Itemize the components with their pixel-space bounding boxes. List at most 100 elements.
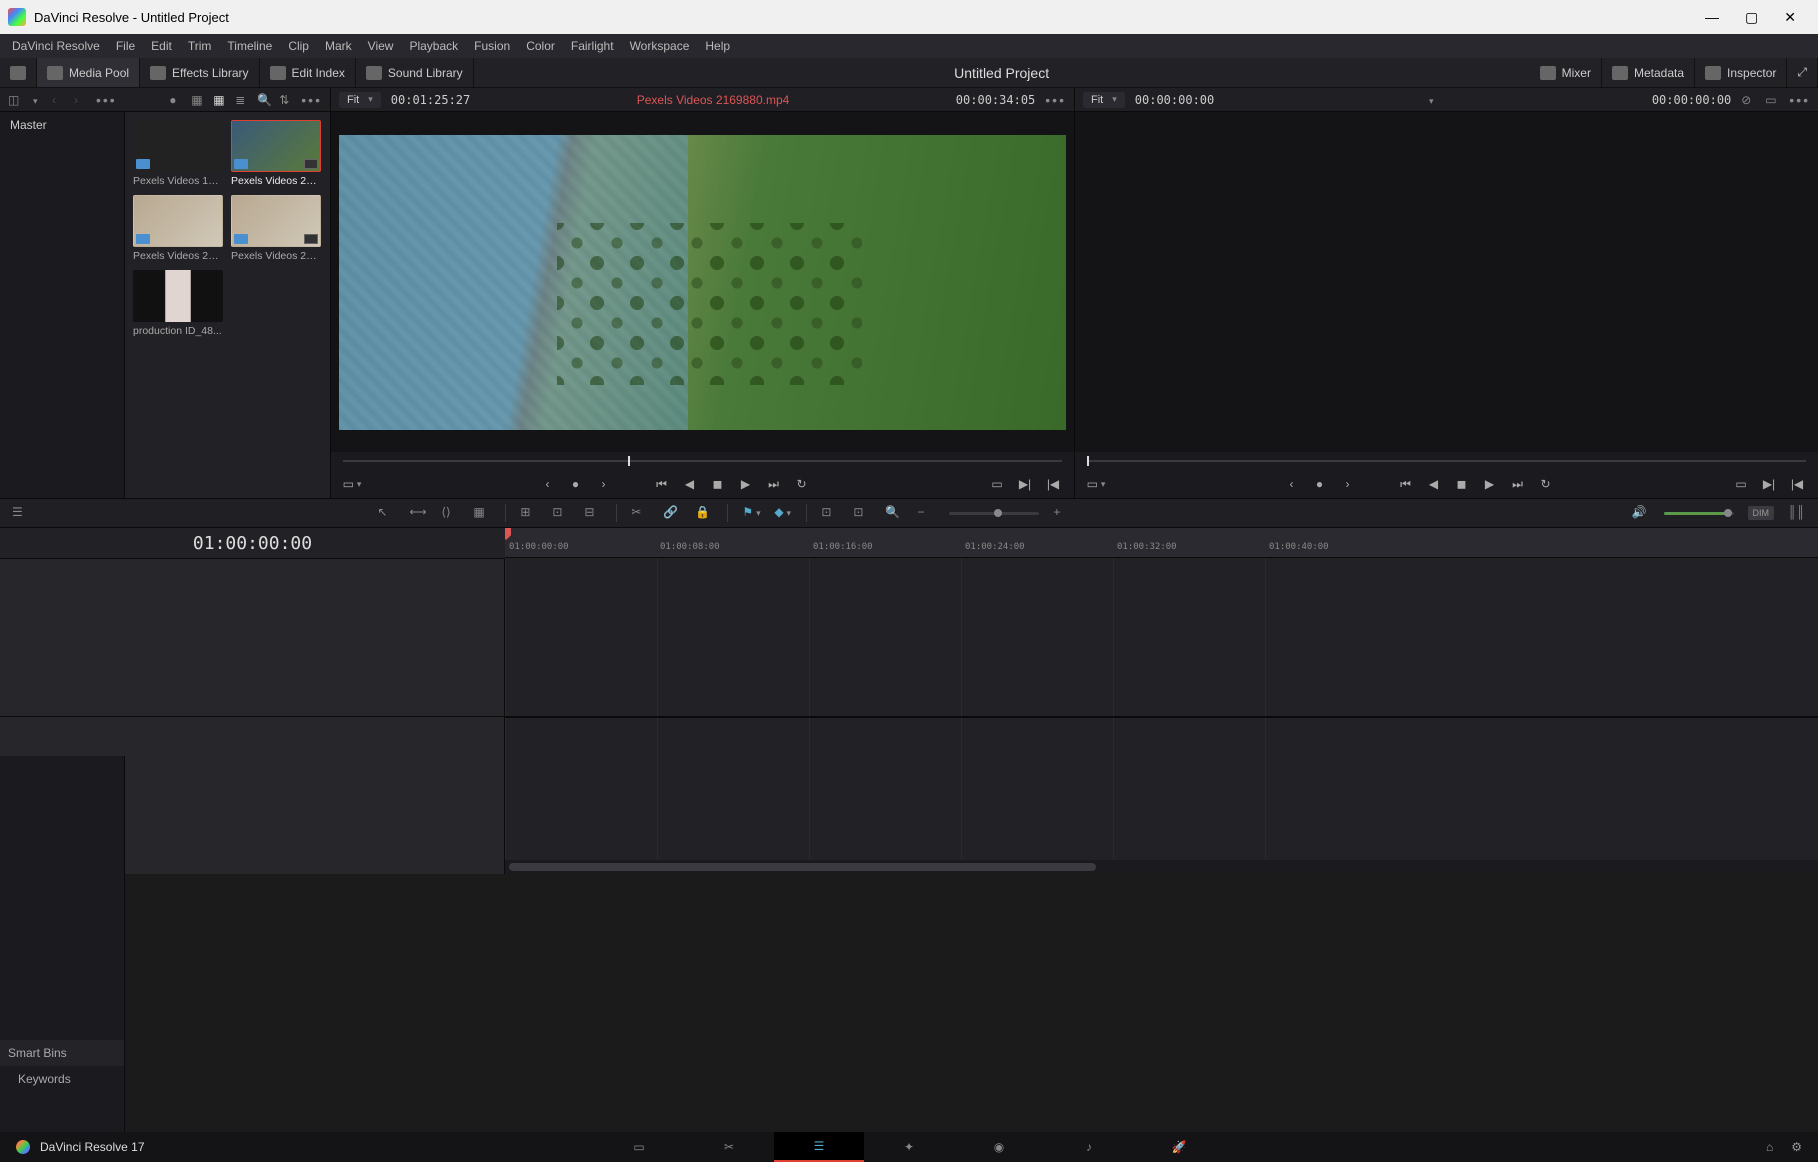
timeline-scrub-bar[interactable]	[1075, 452, 1818, 470]
expand-button[interactable]: ⤢	[1787, 58, 1818, 87]
page-media[interactable]: ▭	[594, 1132, 684, 1162]
match-frame-icon[interactable]: ▭	[1765, 93, 1779, 107]
goto-in-icon[interactable]: ▶|	[1760, 475, 1778, 493]
menu-workspace[interactable]: Workspace	[622, 39, 698, 53]
timeline-select-dropdown[interactable]	[1426, 93, 1440, 107]
razor-icon[interactable]: ✂	[631, 505, 649, 521]
loop-icon[interactable]: ↻	[1537, 475, 1555, 493]
menu-view[interactable]: View	[360, 39, 402, 53]
edit-index-button[interactable]: Edit Index	[260, 58, 356, 87]
flag-dropdown[interactable]: ⚑	[742, 505, 760, 521]
page-fusion[interactable]: ✦	[864, 1132, 954, 1162]
jog-prev-icon[interactable]: ‹	[539, 475, 557, 493]
replace-clip-icon[interactable]: ⊟	[584, 505, 602, 521]
page-edit[interactable]: ☰	[774, 1132, 864, 1162]
menu-fairlight[interactable]: Fairlight	[563, 39, 622, 53]
view-list-icon[interactable]: ≣	[235, 93, 249, 107]
source-zoom-select[interactable]: Fit	[339, 92, 381, 108]
source-timecode-right[interactable]: 00:00:34:05	[956, 93, 1035, 107]
play-icon[interactable]: ▶	[1481, 475, 1499, 493]
play-reverse-icon[interactable]: ◀	[1425, 475, 1443, 493]
monitor-volume-slider[interactable]	[1664, 512, 1734, 515]
bin-master[interactable]: Master	[0, 112, 124, 138]
timeline-ruler[interactable]: 01:00:00:00 01:00:08:00 01:00:16:00 01:0…	[505, 528, 1818, 558]
goto-in-icon[interactable]: ▶|	[1016, 475, 1034, 493]
clip-thumbnail[interactable]: production ID_48...	[133, 270, 223, 337]
sidebar-dropdown[interactable]	[30, 93, 44, 107]
lock-icon[interactable]: 🔒	[695, 505, 713, 521]
menu-davinci-resolve[interactable]: DaVinci Resolve	[4, 39, 108, 53]
menu-edit[interactable]: Edit	[143, 39, 180, 53]
menu-mark[interactable]: Mark	[317, 39, 360, 53]
overwrite-clip-icon[interactable]: ⊡	[552, 505, 570, 521]
menu-clip[interactable]: Clip	[280, 39, 317, 53]
trim-tool-icon[interactable]: ⟷	[409, 505, 427, 521]
timeline-timecode[interactable]: 01:00:00:00	[193, 533, 312, 554]
goto-first-icon[interactable]: ⏮	[1397, 475, 1415, 493]
menu-playback[interactable]: Playback	[401, 39, 466, 53]
viewer-mode-dropdown[interactable]: ▭	[343, 475, 361, 493]
jog-dot-icon[interactable]: ●	[567, 475, 585, 493]
dim-button[interactable]: DIM	[1748, 506, 1775, 520]
metadata-button[interactable]: Metadata	[1602, 58, 1695, 87]
match-frame-icon[interactable]: ▭	[1732, 475, 1750, 493]
menu-timeline[interactable]: Timeline	[219, 39, 280, 53]
view-thumbnail-icon[interactable]: ▦	[213, 93, 227, 107]
view-metadata-icon[interactable]: ▦	[191, 93, 205, 107]
menu-color[interactable]: Color	[518, 39, 563, 53]
jog-prev-icon[interactable]: ‹	[1283, 475, 1301, 493]
source-viewer-frame[interactable]	[331, 112, 1074, 452]
timeline-view-options-icon[interactable]: ☰	[12, 505, 30, 521]
close-button[interactable]: ✕	[1784, 9, 1796, 26]
dynamic-trim-icon[interactable]: ⟨⟩	[441, 505, 459, 521]
zoom-slider[interactable]	[949, 512, 1039, 515]
link-icon[interactable]: 🔗	[663, 505, 681, 521]
goto-out-icon[interactable]: |◀	[1788, 475, 1806, 493]
timeline-viewer-options[interactable]: •••	[1789, 92, 1810, 108]
project-settings-button[interactable]: ⚙	[1791, 1140, 1802, 1154]
zoom-to-fit-icon[interactable]: ⊡	[821, 505, 839, 521]
menu-help[interactable]: Help	[697, 39, 738, 53]
clip-thumbnail[interactable]: Pexels Videos 216...	[231, 120, 321, 187]
media-pool-button[interactable]: Media Pool	[37, 58, 140, 87]
inspector-button[interactable]: Inspector	[1695, 58, 1787, 87]
custom-zoom-icon[interactable]: 🔍	[885, 505, 903, 521]
timeline-body[interactable]: 01:00:00:00 01:00:08:00 01:00:16:00 01:0…	[505, 528, 1818, 874]
media-pool-menu[interactable]: •••	[301, 92, 322, 108]
video-track-header[interactable]	[0, 558, 505, 716]
mixer-button[interactable]: Mixer	[1530, 58, 1602, 87]
record-icon[interactable]: ●	[169, 93, 183, 107]
smart-bin-keywords[interactable]: Keywords	[0, 1066, 124, 1092]
play-reverse-icon[interactable]: ◀	[681, 475, 699, 493]
goto-last-icon[interactable]: ⏭	[765, 475, 783, 493]
sound-library-button[interactable]: Sound Library	[356, 58, 474, 87]
bypass-icon[interactable]: ⊘	[1741, 93, 1755, 107]
zoom-out-icon[interactable]: −	[917, 505, 935, 521]
nav-forward-icon[interactable]: ›	[74, 93, 88, 107]
loop-icon[interactable]: ↻	[793, 475, 811, 493]
jog-next-icon[interactable]: ›	[595, 475, 613, 493]
goto-first-icon[interactable]: ⏮	[653, 475, 671, 493]
page-deliver[interactable]: 🚀	[1134, 1132, 1224, 1162]
source-timecode-left[interactable]: 00:01:25:27	[391, 93, 470, 107]
minimize-button[interactable]: —	[1705, 9, 1719, 26]
nav-back-icon[interactable]: ‹	[52, 93, 66, 107]
play-icon[interactable]: ▶	[737, 475, 755, 493]
sidebar-toggle-icon[interactable]: ◫	[8, 93, 22, 107]
page-cut[interactable]: ✂	[684, 1132, 774, 1162]
mute-icon[interactable]: 🔊	[1632, 505, 1650, 521]
sort-icon[interactable]: ⇅	[279, 93, 293, 107]
match-frame-icon[interactable]: ▭	[988, 475, 1006, 493]
search-icon[interactable]: 🔍	[257, 93, 271, 107]
timeline-zoom-select[interactable]: Fit	[1083, 92, 1125, 108]
media-pool-options[interactable]: •••	[96, 92, 117, 108]
page-color[interactable]: ◉	[954, 1132, 1044, 1162]
maximize-button[interactable]: ▢	[1745, 9, 1758, 26]
effects-library-button[interactable]: Effects Library	[140, 58, 259, 87]
source-viewer-options[interactable]: •••	[1045, 92, 1066, 108]
goto-out-icon[interactable]: |◀	[1044, 475, 1062, 493]
meters-icon[interactable]: ║║	[1788, 505, 1806, 521]
source-scrub-bar[interactable]	[331, 452, 1074, 470]
clip-thumbnail[interactable]: Pexels Videos 218...	[133, 195, 223, 262]
detail-zoom-icon[interactable]: ⊡	[853, 505, 871, 521]
